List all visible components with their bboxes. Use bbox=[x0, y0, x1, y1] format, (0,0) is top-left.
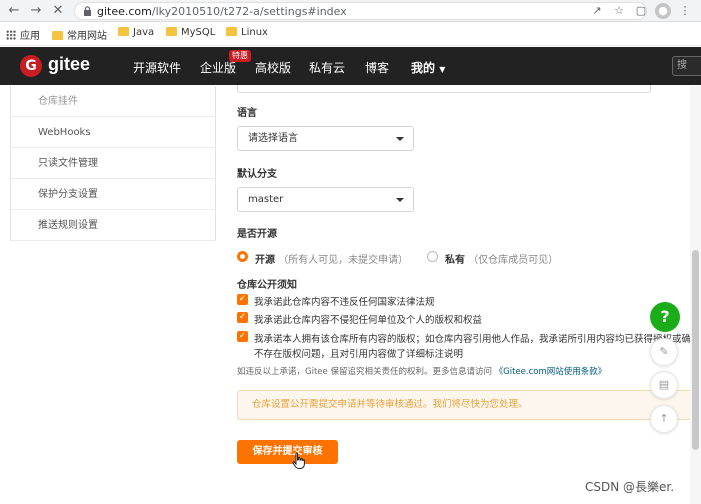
share-icon[interactable]: ↗ bbox=[589, 3, 605, 19]
nav-blog[interactable]: 博客 bbox=[365, 59, 389, 76]
watermark: CSDN @長樂er. bbox=[585, 480, 675, 494]
language-label: 语言 bbox=[237, 108, 257, 119]
lock-icon bbox=[84, 6, 91, 16]
checkbox-rights[interactable]: ✓ bbox=[237, 312, 248, 323]
check-law-text: 我承诺此仓库内容不违反任何国家法律法规 bbox=[254, 297, 435, 308]
radio-open-source-label[interactable]: 开源 （所有人可见，未提交申请） bbox=[255, 251, 408, 266]
sidebar-item-webhooks[interactable]: WebHooks bbox=[11, 117, 215, 148]
back-to-top-icon[interactable]: ↑ bbox=[650, 405, 678, 433]
star-icon[interactable]: ☆ bbox=[611, 3, 627, 19]
radio-private-label[interactable]: 私有 （仅仓库成员可见） bbox=[445, 251, 558, 266]
sidebar-item-protected-branch[interactable]: 保护分支设置 bbox=[11, 179, 215, 210]
folder-icon bbox=[118, 27, 129, 36]
nav-private-cloud[interactable]: 私有云 bbox=[309, 59, 345, 76]
caret-down-icon bbox=[396, 137, 404, 141]
forward-icon[interactable]: → bbox=[28, 3, 44, 19]
scrollbar-thumb[interactable] bbox=[692, 250, 699, 450]
comment-icon[interactable]: ▤ bbox=[650, 371, 678, 399]
stop-icon[interactable]: ✕ bbox=[50, 3, 66, 19]
check-copyright-text-cont: 不存在版权问题，且对引用内容做了详细标注说明 bbox=[254, 349, 464, 360]
bookmark-folder[interactable]: Java bbox=[118, 27, 154, 38]
check-copyright-text: 我承诺本人拥有该仓库所有内容的版权；如仓库内容引用他人作品，我承诺所引用内容均已… bbox=[254, 334, 691, 345]
settings-sidebar: 仓库挂件 WebHooks 只读文件管理 保护分支设置 推送规则设置 bbox=[10, 86, 216, 241]
gitee-logo-glyph: G bbox=[25, 58, 37, 74]
radio-open-source[interactable] bbox=[237, 251, 248, 262]
bookmark-folder[interactable]: Linux bbox=[226, 27, 268, 38]
checkbox-copyright[interactable]: ✓ bbox=[237, 331, 248, 342]
back-icon[interactable]: ← bbox=[6, 3, 22, 19]
bookmark-apps[interactable]: 应用 bbox=[6, 27, 40, 42]
review-warning: 仓库设置公开需提交申请并等待审核通过。我们将尽快为您处理。 bbox=[237, 390, 695, 420]
nav-university[interactable]: 高校版 bbox=[255, 59, 291, 76]
sidebar-item-widget[interactable]: 仓库挂件 bbox=[11, 86, 215, 117]
caret-down-icon bbox=[396, 198, 404, 202]
bookmark-folder[interactable]: 常用网站 bbox=[52, 27, 107, 42]
bookmarks-bar: 应用 常用网站 Java MySQL Linux bbox=[0, 22, 701, 46]
menu-icon[interactable]: ⋮ bbox=[677, 3, 693, 19]
sidebar-icon[interactable]: ▢ bbox=[633, 3, 649, 19]
chevron-down-icon: ▼ bbox=[439, 65, 446, 74]
hand-cursor-icon bbox=[292, 452, 305, 469]
search-input[interactable]: 搜 bbox=[672, 56, 701, 76]
nav-open-source[interactable]: 开源软件 bbox=[133, 59, 181, 76]
logo-text[interactable]: gitee bbox=[48, 54, 90, 75]
default-branch-select[interactable]: master bbox=[237, 187, 414, 212]
folder-icon bbox=[226, 27, 237, 36]
language-select[interactable]: 请选择语言 bbox=[237, 126, 414, 151]
language-select-value: 请选择语言 bbox=[248, 133, 298, 144]
sidebar-item-readonly-files[interactable]: 只读文件管理 bbox=[11, 148, 215, 179]
site-header: G gitee 开源软件 企业版 特惠 高校版 私有云 博客 我的 ▼ 搜 bbox=[0, 47, 701, 85]
terms-note: 如违反以上承诺，Gitee 保留追究相关责任的权利。更多信息请访问 《Gitee… bbox=[237, 367, 607, 377]
address-bar[interactable]: gitee.com/lky2010510/t272-a/settings#ind… bbox=[74, 2, 647, 20]
save-and-submit-button[interactable]: 保存并提交审核 bbox=[237, 440, 338, 464]
terms-link[interactable]: 《Gitee.com网站使用条款》 bbox=[495, 367, 607, 377]
url-text: gitee.com/lky2010510/t272-a/settings#ind… bbox=[97, 5, 347, 18]
nav-mine[interactable]: 我的 ▼ bbox=[411, 59, 445, 76]
browser-toolbar: ← → ✕ gitee.com/lky2010510/t272-a/settin… bbox=[0, 0, 701, 22]
apps-grid-icon bbox=[6, 30, 16, 40]
promo-badge: 特惠 bbox=[229, 50, 251, 62]
profile-avatar[interactable]: ● bbox=[655, 3, 671, 19]
sidebar-item-push-rules[interactable]: 推送规则设置 bbox=[11, 210, 215, 241]
default-branch-label: 默认分支 bbox=[237, 169, 277, 180]
radio-private[interactable] bbox=[427, 251, 438, 262]
folder-icon bbox=[166, 27, 177, 36]
edit-feedback-icon[interactable]: ✎ bbox=[650, 338, 678, 366]
notice-label: 仓库公开须知 bbox=[237, 280, 297, 291]
checkbox-law[interactable]: ✓ bbox=[237, 294, 248, 305]
bookmark-folder[interactable]: MySQL bbox=[166, 27, 215, 38]
check-rights-text: 我承诺此仓库内容不侵犯任何单位及个人的版权和权益 bbox=[254, 315, 483, 326]
folder-icon bbox=[52, 31, 63, 40]
branch-select-value: master bbox=[248, 194, 284, 205]
open-source-label: 是否开源 bbox=[237, 229, 277, 240]
description-field[interactable] bbox=[237, 85, 651, 93]
help-button[interactable]: ? bbox=[650, 302, 680, 332]
